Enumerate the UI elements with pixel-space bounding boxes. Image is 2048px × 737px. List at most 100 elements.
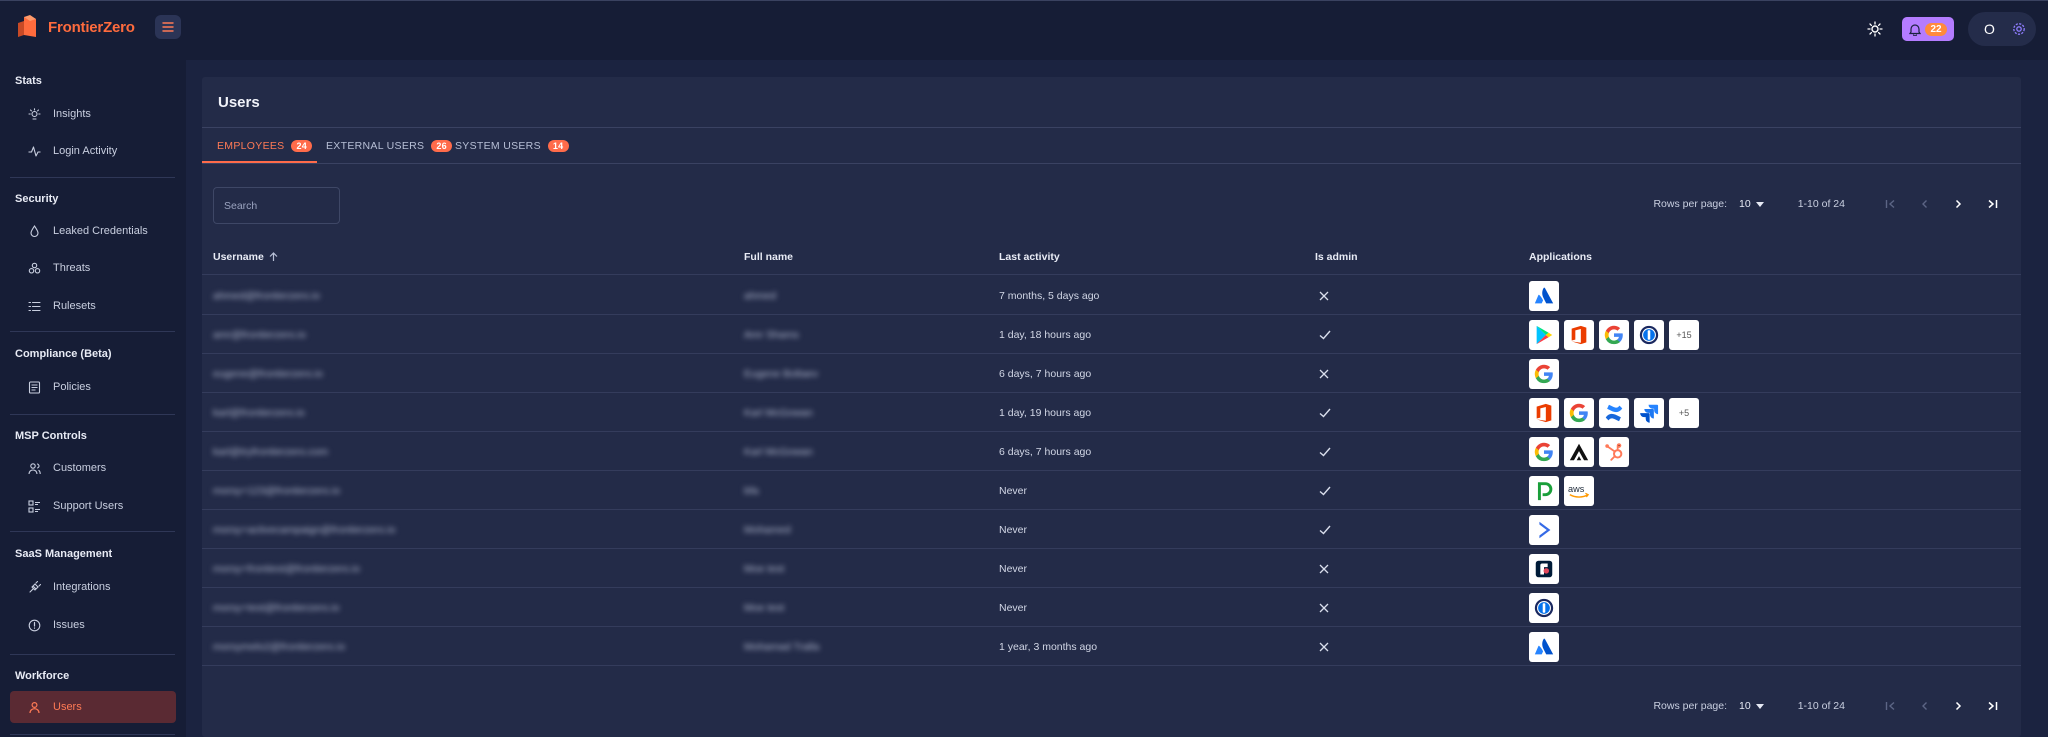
sidebar-item-support-users[interactable]: Support Users	[10, 490, 176, 522]
jira-app-icon[interactable]	[1634, 397, 1664, 428]
rows-per-page-select[interactable]: 10	[1739, 198, 1764, 210]
sidebar-item-label: Issues	[53, 619, 85, 631]
tab-system-users[interactable]: SYSTEM USERS 14	[455, 128, 569, 164]
previous-page-button[interactable]	[1907, 192, 1941, 216]
arcade-app-icon[interactable]	[1564, 436, 1594, 467]
office-app-icon[interactable]	[1564, 319, 1594, 350]
pipedrive-app-icon[interactable]	[1529, 475, 1559, 506]
google-app-icon[interactable]	[1529, 436, 1559, 467]
sidebar-item-issues[interactable]: Issues	[10, 609, 176, 641]
hubspot-app-icon[interactable]	[1599, 436, 1629, 467]
applications-cell	[1529, 354, 1559, 393]
last-page-button[interactable]	[1975, 694, 2009, 718]
next-page-button[interactable]	[1941, 192, 1975, 216]
sidebar-item-label: Insights	[53, 108, 91, 120]
username-cell: morsy+test@frontierzero.io	[213, 601, 340, 614]
full-name-cell: Eugene Boltaev	[744, 367, 819, 380]
sidebar-item-rulesets[interactable]: Rulesets	[10, 290, 176, 322]
page-range: 1-10 of 24	[1797, 700, 1845, 712]
sidebar-item-login-activity[interactable]: Login Activity	[10, 135, 176, 167]
more-apps-badge[interactable]: +15	[1669, 319, 1699, 350]
sidebar-item-threats[interactable]: Threats	[10, 252, 176, 284]
check-icon	[1319, 408, 1331, 417]
google-app-icon[interactable]	[1599, 319, 1629, 350]
table-row[interactable]: morsy+activecampaign@frontierzero.io Moha…	[202, 510, 2021, 549]
column-header-username[interactable]: Username	[213, 239, 278, 275]
table-row[interactable]: morsy+123@frontierzero.io bfa Never aws	[202, 471, 2021, 510]
column-header-is-admin[interactable]: Is admin	[1315, 239, 1358, 275]
table-row[interactable]: morsymelo2@frontierzero.io Mohamad Tralla…	[202, 627, 2021, 666]
is-admin-cell	[1319, 276, 1329, 315]
brand-name: FrontierZero	[48, 18, 135, 36]
sidebar-item-users[interactable]: Users	[10, 691, 176, 723]
svg-text:aws: aws	[1568, 483, 1585, 493]
sidebar-item-policies[interactable]: Policies	[10, 371, 176, 403]
office-app-icon[interactable]	[1529, 397, 1559, 428]
is-admin-cell	[1319, 588, 1329, 627]
rows-per-page-select[interactable]: 10	[1739, 700, 1764, 712]
username-cell: eugene@frontierzero.io	[213, 367, 323, 380]
sidebar-divider	[10, 414, 175, 415]
tab-count-badge: 24	[291, 140, 313, 152]
table-row[interactable]: eugene@frontierzero.io Eugene Boltaev 6 da…	[202, 354, 2021, 393]
sidebar-item-label: Rulesets	[53, 300, 96, 312]
front-app-icon[interactable]	[1529, 553, 1559, 584]
column-header-applications[interactable]: Applications	[1529, 239, 1592, 275]
tab-bar: EMPLOYEES 24 EXTERNAL USERS 26 SYSTEM US…	[202, 128, 2021, 164]
page-title: Users	[218, 94, 260, 111]
activecampaign-app-icon[interactable]	[1529, 514, 1559, 545]
menu-toggle-button[interactable]	[155, 15, 181, 39]
google-app-icon[interactable]	[1564, 397, 1594, 428]
chevron-left-icon	[1921, 200, 1927, 208]
first-page-button[interactable]	[1873, 192, 1907, 216]
table-row[interactable]: karl@tryfrontierzero.com Karl McGowan 6 da…	[202, 432, 2021, 471]
confluence-app-icon[interactable]	[1599, 397, 1629, 428]
atlassian-app-icon[interactable]	[1529, 631, 1559, 662]
sidebar-item-insights[interactable]: Insights	[10, 98, 176, 130]
applications-cell	[1529, 588, 1559, 627]
table-row[interactable]: ahmed@frontierzero.io ahmed 7 months, 5 da…	[202, 276, 2021, 315]
atlassian-app-icon[interactable]	[1529, 280, 1559, 311]
google-app-icon[interactable]	[1529, 358, 1559, 389]
close-icon	[1319, 564, 1329, 573]
sun-icon	[1867, 21, 1883, 37]
sidebar-item-leaked-credentials[interactable]: Leaked Credentials	[10, 215, 176, 247]
column-header-full-name[interactable]: Full name	[744, 239, 793, 275]
full-name-cell: ahmed	[744, 289, 777, 302]
more-apps-badge[interactable]: +5	[1669, 397, 1699, 428]
sidebar-item-customers[interactable]: Customers	[10, 452, 176, 484]
sidebar-item-integrations[interactable]: Integrations	[10, 571, 176, 603]
1password-app-icon[interactable]	[1634, 319, 1664, 350]
column-header-last-activity[interactable]: Last activity	[999, 239, 1060, 275]
theme-toggle-button[interactable]	[1862, 16, 1888, 42]
last-page-button[interactable]	[1975, 192, 2009, 216]
support-users-icon	[28, 499, 40, 513]
search-input[interactable]: Search	[213, 187, 340, 224]
brand-logo[interactable]: FrontierZero	[16, 15, 135, 39]
sidebar-item-label: Integrations	[53, 581, 111, 593]
is-admin-cell	[1319, 549, 1329, 588]
tab-employees[interactable]: EMPLOYEES 24	[217, 128, 313, 164]
table-row[interactable]: amr@frontierzero.io Amr Shams 1 day, 18 ho…	[202, 315, 2021, 354]
sidebar-divider	[10, 331, 175, 332]
last-activity-cell: Never	[999, 601, 1028, 614]
is-admin-cell	[1319, 471, 1331, 510]
last-activity-cell: Never	[999, 523, 1028, 536]
previous-page-button[interactable]	[1907, 694, 1941, 718]
check-icon	[1319, 330, 1331, 339]
biohazard-icon	[28, 262, 41, 274]
google-play-app-icon[interactable]	[1529, 319, 1559, 350]
aws-app-icon[interactable]: aws	[1564, 475, 1594, 506]
next-page-button[interactable]	[1941, 694, 1975, 718]
first-page-button[interactable]	[1873, 694, 1907, 718]
last-page-icon	[1988, 701, 1997, 711]
table-row[interactable]: morsy+test@frontierzero.io Moe test Never	[202, 588, 2021, 627]
notifications-button[interactable]: 22	[1902, 17, 1954, 41]
tab-label: EMPLOYEES	[217, 140, 285, 152]
user-menu-button[interactable]: O	[1968, 12, 2036, 46]
table-row[interactable]: morsy+frontiest@frontierzero.io Moe test N…	[202, 549, 2021, 588]
chevron-left-icon	[1921, 702, 1927, 710]
tab-external-users[interactable]: EXTERNAL USERS 26	[326, 128, 452, 164]
1password-app-icon[interactable]	[1529, 592, 1559, 623]
table-row[interactable]: karl@frontierzero.io Karl McGowan 1 day, 1…	[202, 393, 2021, 432]
